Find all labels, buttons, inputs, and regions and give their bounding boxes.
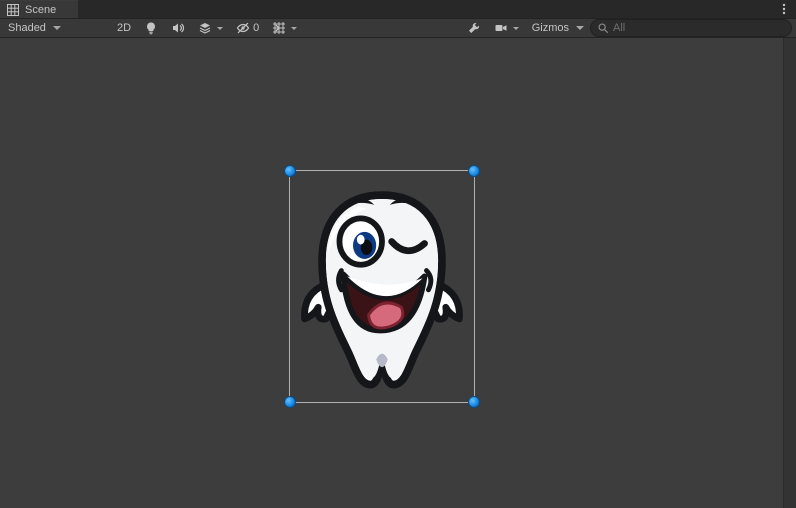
scene-lighting-toggle[interactable] xyxy=(138,19,164,37)
shading-mode-dropdown[interactable]: Shaded xyxy=(4,19,110,37)
audio-icon xyxy=(171,21,185,35)
selection-bounds[interactable] xyxy=(290,171,474,402)
mode-2d-label: 2D xyxy=(117,22,131,34)
layers-icon xyxy=(198,21,212,35)
scene-viewport[interactable] xyxy=(0,38,796,508)
hidden-count-label: 0 xyxy=(253,22,259,34)
eye-off-icon xyxy=(236,21,250,35)
scene-audio-toggle[interactable] xyxy=(165,19,191,37)
selection-handle-bottom-left[interactable] xyxy=(285,397,295,407)
selection-handle-top-left[interactable] xyxy=(285,166,295,176)
shading-mode-label: Shaded xyxy=(8,22,46,34)
lightbulb-icon xyxy=(144,21,158,35)
hidden-objects-toggle[interactable]: 0 xyxy=(230,19,265,37)
search-field[interactable] xyxy=(590,19,792,37)
camera-dropdown[interactable] xyxy=(488,19,525,37)
scene-grid-icon xyxy=(6,3,20,17)
search-input[interactable] xyxy=(613,22,785,34)
gizmos-label: Gizmos xyxy=(532,22,569,34)
tab-bar: Scene xyxy=(0,0,796,18)
gizmos-dropdown[interactable]: Gizmos xyxy=(526,19,590,37)
selection-handle-bottom-right[interactable] xyxy=(469,397,479,407)
mode-2d-toggle[interactable]: 2D xyxy=(111,19,137,37)
search-icon xyxy=(597,22,609,34)
tools-icon xyxy=(467,21,481,35)
tab-bar-empty xyxy=(78,0,772,18)
grid-snap-dropdown[interactable] xyxy=(266,19,303,37)
scene-effects-dropdown[interactable] xyxy=(192,19,229,37)
tab-label: Scene xyxy=(25,4,56,16)
tab-options-button[interactable] xyxy=(772,0,796,18)
grid-snap-icon xyxy=(272,21,286,35)
kebab-icon xyxy=(777,2,791,16)
tools-button[interactable] xyxy=(461,19,487,37)
selection-handle-top-right[interactable] xyxy=(469,166,479,176)
camera-icon xyxy=(494,21,508,35)
tab-scene[interactable]: Scene xyxy=(0,0,78,18)
selected-sprite[interactable] xyxy=(295,176,469,397)
scene-toolbar: Shaded 2D xyxy=(0,18,796,38)
